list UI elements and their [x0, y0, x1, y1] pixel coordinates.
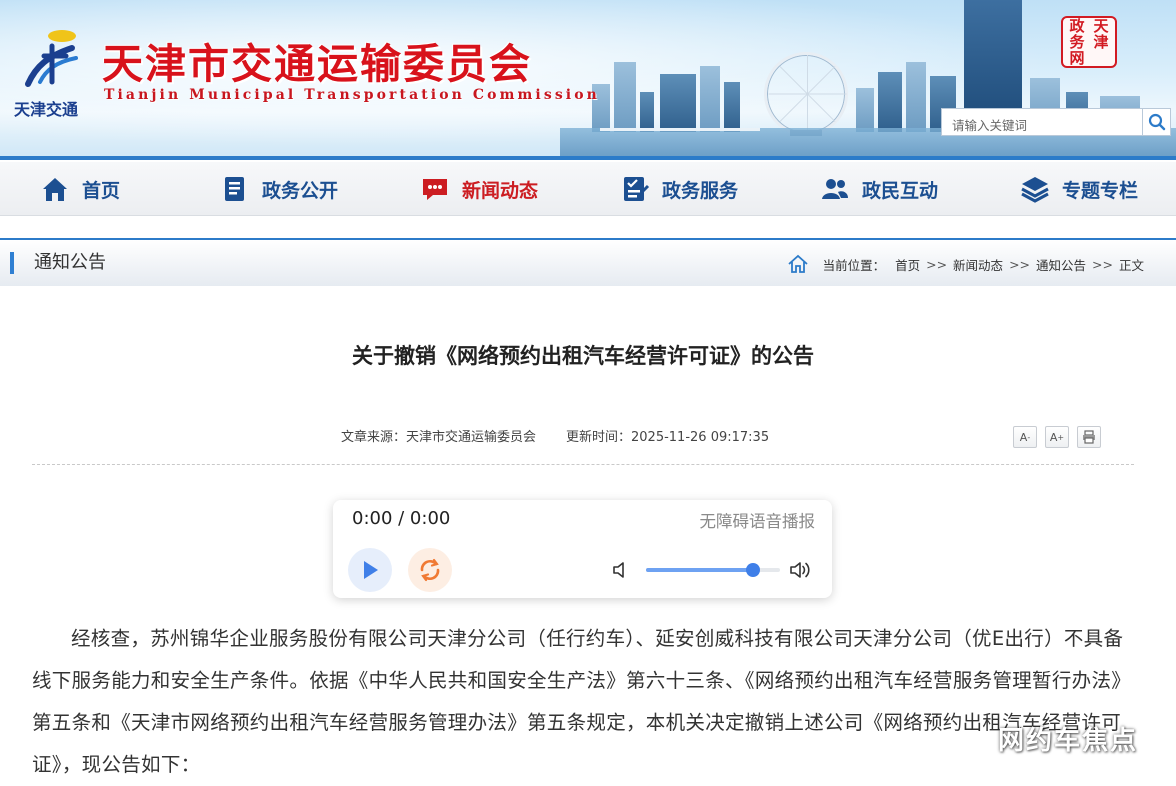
document-icon [220, 174, 250, 204]
site-subtitle: Tianjin Municipal Transportation Commiss… [104, 87, 600, 103]
font-decrease-button[interactable]: A- [1013, 426, 1037, 448]
nav-item-interaction[interactable]: 政民互动 [820, 162, 938, 216]
volume-slider[interactable] [646, 563, 780, 577]
breadcrumb-item-current: 正文 [1118, 257, 1144, 273]
meta-divider [32, 464, 1134, 465]
plus-sign: + [1057, 432, 1065, 442]
loop-icon [420, 558, 440, 582]
nav-label: 政务公开 [262, 179, 339, 202]
article-body: 经核查，苏州锦华企业服务股份有限公司天津分公司（任行约车）、延安创威科技有限公司… [32, 627, 1132, 776]
nav-item-topics[interactable]: 专题专栏 [1020, 162, 1138, 216]
minus-sign: - [1027, 432, 1031, 442]
print-button[interactable] [1077, 426, 1101, 448]
skyline-building [906, 62, 926, 132]
article-updated: 更新时间：2025-11-26 09:17:35 [566, 430, 770, 445]
nav-label: 政务服务 [662, 179, 739, 202]
home-outline-icon [787, 254, 808, 273]
banner-divider [0, 156, 1176, 160]
chat-icon [420, 174, 450, 204]
skyline-building [724, 82, 740, 132]
breadcrumb-separator: >> [926, 256, 948, 272]
breadcrumb-separator: >> [1092, 256, 1113, 272]
nav-label: 新闻动态 [462, 179, 539, 202]
bridge [600, 128, 760, 131]
player-label: 无障碍语音播报 [699, 512, 816, 531]
article-title: 关于撤销《网络预约出租汽车经营许可证》的公告 [352, 344, 814, 368]
loop-button[interactable] [408, 548, 452, 592]
main-nav: 首页 政务公开 新闻动态 政务服务 政民互动 专题专栏 [0, 162, 1176, 216]
audio-player: 0:00 / 0:00 无障碍语音播报 [333, 500, 832, 598]
logo-text: 天津交通 [14, 100, 79, 119]
site-title[interactable]: 天津市交通运输委员会 [102, 30, 532, 90]
skyline-building [640, 92, 654, 132]
play-button[interactable] [348, 548, 392, 592]
search-input[interactable]: 请输入关键词 [941, 108, 1143, 136]
breadcrumb-item-news[interactable]: 新闻动态 [953, 255, 1003, 274]
section-title: 通知公告 [10, 252, 106, 274]
skyline-building [856, 88, 874, 132]
nav-label: 政民互动 [862, 179, 939, 202]
nav-item-gov-services[interactable]: 政务服务 [620, 162, 738, 216]
search-button[interactable] [1143, 108, 1171, 136]
font-increase-button[interactable]: A + [1045, 426, 1069, 448]
breadcrumb-separator: >> [1009, 256, 1031, 272]
player-time: 0:00 / 0:00 [352, 508, 451, 529]
logo-mark-icon [25, 30, 78, 87]
breadcrumb-item-home[interactable]: 首页 [895, 255, 920, 274]
search-icon [1148, 113, 1165, 131]
stamp-char: 政 [1069, 17, 1085, 35]
nav-item-home[interactable]: 首页 [40, 162, 120, 216]
skyline-building [700, 66, 720, 132]
nav-label: 专题专栏 [1062, 179, 1139, 202]
skyline-building [660, 74, 696, 132]
article-meta: 文章来源：天津市交通运输委员会 更新时间：2025-11-26 09:17:35 [341, 426, 769, 445]
skyline-building [614, 62, 636, 132]
volume-up-icon[interactable] [788, 558, 814, 582]
font-increase-label: A [1049, 430, 1058, 444]
article-tools: A- A + [1013, 426, 1101, 448]
print-icon [1083, 430, 1095, 444]
breadcrumb-item-notices[interactable]: 通知公告 [1036, 255, 1086, 274]
volume-knob[interactable] [746, 563, 761, 577]
site-logo[interactable]: 天津交通 [14, 26, 84, 119]
breadcrumb-prefix: 当前位置： [822, 257, 886, 273]
ferris-wheel [764, 52, 848, 136]
layers-icon [1020, 174, 1050, 204]
users-icon [820, 174, 850, 204]
nav-item-news[interactable]: 新闻动态 [420, 162, 538, 216]
gov-site-stamp[interactable]: 政 天 务 津 网 [1061, 16, 1117, 68]
watermark: 网约车焦点 [998, 726, 1139, 756]
breadcrumb: 当前位置： 首页 >> 新闻动态 >> 通知公告 >> 正文 [787, 253, 1144, 275]
stamp-char: 天 [1093, 17, 1109, 35]
home-icon [40, 174, 70, 204]
volume-mute-icon[interactable] [611, 560, 631, 580]
article-source: 文章来源：天津市交通运输委员会 [341, 430, 537, 445]
stamp-char: 津 [1093, 33, 1109, 51]
nav-label: 首页 [82, 179, 121, 202]
nav-item-gov-affairs[interactable]: 政务公开 [220, 162, 338, 216]
stamp-char: 网 [1069, 49, 1085, 67]
play-icon [364, 561, 378, 579]
volume-fill [646, 568, 754, 572]
location-bar: 通知公告 当前位置： 首页 >> 新闻动态 >> 通知公告 >> 正文 [0, 238, 1176, 286]
stamp-char: 务 [1069, 33, 1085, 51]
skyline-building [878, 72, 902, 132]
header-banner: 天津交通 天津市交通运输委员会 Tianjin Municipal Transp… [0, 0, 1176, 160]
form-icon [620, 174, 650, 204]
font-decrease-label: A [1019, 430, 1028, 444]
